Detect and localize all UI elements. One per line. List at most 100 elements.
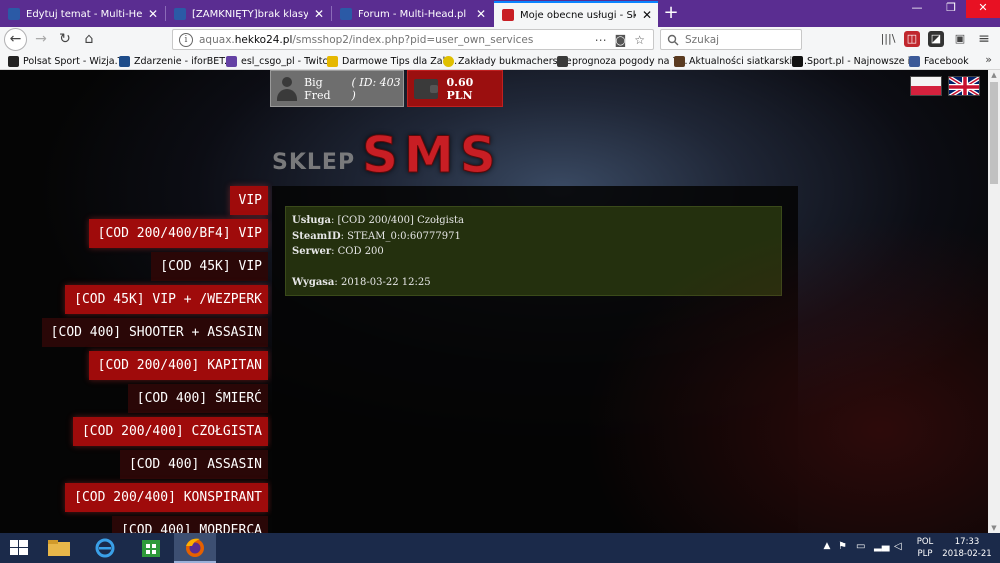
service-row: Usługa: [COD 200/400] Czołgista: [292, 215, 464, 226]
tray-show-hidden-icon[interactable]: ▲: [820, 541, 834, 555]
polish-flag-icon[interactable]: [910, 76, 942, 96]
windows-taskbar: ▲ ⚑ ▭ ▂▄ ◁ POL PLP 17:33 2018-02-21: [0, 533, 1000, 563]
tab-title: Edytuj temat - Multi-Head.pl: [26, 8, 142, 20]
bookmark-favicon-icon: [557, 55, 568, 67]
restore-button[interactable]: ❐: [936, 0, 966, 18]
language-indicator[interactable]: POL PLP: [912, 536, 938, 560]
page-actions-icon[interactable]: ⋯: [595, 33, 607, 47]
bookmark-item[interactable]: Sport.pl - Najnowsze i...: [792, 54, 919, 68]
bookmarks-toolbar: Polsat Sport - Wizja.TV Zdarzenie - ifor…: [0, 52, 1000, 70]
menu-item-cod-400-assasin[interactable]: [COD 400] ASSASIN: [119, 450, 268, 479]
tray-flag-icon[interactable]: ⚑: [838, 541, 852, 555]
bookmark-favicon-icon: [119, 55, 130, 67]
url-text[interactable]: aquax.hekko24.pl/smsshop2/index.php?pid=…: [199, 34, 595, 46]
tray-volume-icon[interactable]: ◁: [894, 541, 908, 555]
menu-item-cod-200-400-konspirant[interactable]: [COD 200/400] KONSPIRANT: [65, 483, 268, 512]
tab-title: [ZAMKNIĘTY]brak klasy premi: [192, 8, 308, 20]
facebook-icon: [909, 55, 920, 67]
tray-network-icon[interactable]: ▭: [856, 541, 870, 555]
tab-3-active[interactable]: Moje obecne usługi - Sklep SMS ✕: [494, 1, 658, 27]
wallet-balance[interactable]: 0.60 PLN: [407, 70, 503, 107]
bookmark-favicon-icon: [327, 55, 338, 67]
bookmark-favicon-icon: [443, 55, 454, 67]
hamburger-menu-icon[interactable]: ≡: [976, 31, 992, 47]
menu-item-cod-200-400-kapitan[interactable]: [COD 200/400] KAPITAN: [88, 351, 268, 380]
pocket-icon[interactable]: ◙: [615, 33, 627, 47]
tab-1[interactable]: [ZAMKNIĘTY]brak klasy premi ✕: [166, 1, 330, 27]
clock[interactable]: 17:33 2018-02-21: [940, 536, 994, 560]
folder-icon: [48, 540, 70, 556]
tab-bar: Edytuj temat - Multi-Head.pl ✕ [ZAMKNIĘT…: [0, 0, 1000, 27]
internet-explorer-button[interactable]: [90, 537, 120, 559]
menu-item-cod-200-400-bf4-vip[interactable]: [COD 200/400/BF4] VIP: [88, 219, 268, 248]
tray-signal-icon[interactable]: ▂▄: [874, 541, 889, 555]
bookmark-item[interactable]: Zdarzenie - iforBET.pl: [119, 54, 236, 68]
bookmark-favicon-icon: [8, 55, 19, 67]
search-icon: [667, 34, 679, 46]
menu-item-cod-400-smierc[interactable]: [COD 400] ŚMIERĆ: [127, 384, 268, 413]
forward-button[interactable]: →: [30, 29, 52, 51]
bookmark-item[interactable]: Darmowe Tips dla Zak...: [327, 54, 457, 68]
server-row: Serwer: COD 200: [292, 246, 384, 257]
close-icon[interactable]: ✕: [474, 7, 488, 21]
bookmarks-overflow-icon[interactable]: »: [985, 53, 992, 66]
store-button[interactable]: [136, 537, 166, 559]
scroll-up-arrow-icon[interactable]: ▲: [988, 70, 1000, 80]
bookmark-item[interactable]: Facebook: [909, 54, 969, 68]
firefox-taskbar-button[interactable]: [174, 533, 216, 563]
reload-button[interactable]: ↻: [54, 29, 76, 51]
bookmark-item[interactable]: Polsat Sport - Wizja.TV: [8, 54, 130, 68]
clock-date: 2018-02-21: [942, 549, 992, 559]
bookmark-favicon-icon: [792, 55, 803, 67]
site-favicon-icon: [174, 8, 186, 20]
bookmark-item[interactable]: Aktualności siatkarskie...: [674, 54, 807, 68]
back-button[interactable]: ←: [4, 28, 27, 51]
close-icon[interactable]: ✕: [640, 8, 654, 22]
wallet-amount: 0.60 PLN: [446, 75, 474, 102]
bookmark-item[interactable]: Zakłady bukmacherskie: [443, 54, 572, 68]
menu-item-cod-200-400-czolgista[interactable]: [COD 200/400] CZOŁGISTA: [72, 417, 268, 446]
start-button[interactable]: [0, 533, 40, 563]
url-bar[interactable]: i aquax.hekko24.pl/smsshop2/index.php?pi…: [172, 29, 654, 50]
extension-2-icon[interactable]: ◪: [928, 31, 944, 47]
windows-logo-icon: [10, 540, 28, 555]
bookmark-star-icon[interactable]: ☆: [634, 33, 645, 47]
tab-0[interactable]: Edytuj temat - Multi-Head.pl ✕: [0, 1, 164, 27]
service-details: Usługa: [COD 200/400] Czołgista SteamID:…: [285, 206, 782, 296]
file-explorer-button[interactable]: [44, 537, 74, 559]
close-icon[interactable]: ✕: [146, 7, 160, 21]
logo-sms-text: SMS: [362, 126, 502, 185]
sms-shop-favicon-icon: [502, 9, 514, 21]
bookmark-favicon-icon: [674, 55, 685, 67]
scroll-down-arrow-icon[interactable]: ▼: [988, 523, 1000, 533]
bookmark-item[interactable]: prognoza pogody na 7...: [557, 54, 688, 68]
search-bar[interactable]: [660, 29, 802, 50]
info-icon[interactable]: i: [179, 32, 193, 47]
user-name: Big Fred: [304, 75, 331, 102]
menu-item-cod-400-morderca[interactable]: [COD 400] MORDERCA: [112, 516, 268, 533]
scrollbar-thumb[interactable]: [990, 82, 998, 184]
tab-2[interactable]: Forum - Multi-Head.pl ✕: [332, 1, 492, 27]
tab-title: Forum - Multi-Head.pl: [358, 8, 467, 20]
menu-item-vip[interactable]: VIP: [229, 186, 268, 215]
uk-flag-icon[interactable]: [948, 76, 980, 96]
search-input[interactable]: [685, 33, 795, 46]
extension-icon[interactable]: ◫: [904, 31, 920, 47]
navigation-toolbar: ← → ↻ ⌂ i aquax.hekko24.pl/smsshop2/inde…: [0, 27, 1000, 52]
clock-time: 17:33: [954, 537, 980, 547]
menu-item-cod-400-shooter-assasin[interactable]: [COD 400] SHOOTER + ASSASIN: [41, 318, 268, 347]
menu-item-cod-45k-vip-wezperk[interactable]: [COD 45K] VIP + /WEZPERK: [65, 285, 268, 314]
menu-item-cod-45k-vip[interactable]: [COD 45K] VIP: [151, 252, 268, 281]
minimize-button[interactable]: —: [902, 0, 932, 18]
screenshot-icon[interactable]: ▣: [952, 31, 968, 47]
close-icon[interactable]: ✕: [312, 7, 326, 21]
shop-logo[interactable]: SKLEP SMS: [270, 126, 540, 185]
window-close-button[interactable]: ✕: [966, 0, 1000, 18]
user-avatar-icon: [277, 76, 298, 101]
steamid-row: SteamID: STEAM_0:0:60777971: [292, 230, 461, 242]
library-icon[interactable]: |||\: [880, 31, 896, 47]
home-button[interactable]: ⌂: [78, 29, 100, 51]
user-info[interactable]: Big Fred ( ID: 403 ): [270, 70, 404, 107]
new-tab-button[interactable]: +: [660, 3, 682, 25]
bookmark-item[interactable]: esl_csgo_pl - Twitch: [226, 54, 334, 68]
